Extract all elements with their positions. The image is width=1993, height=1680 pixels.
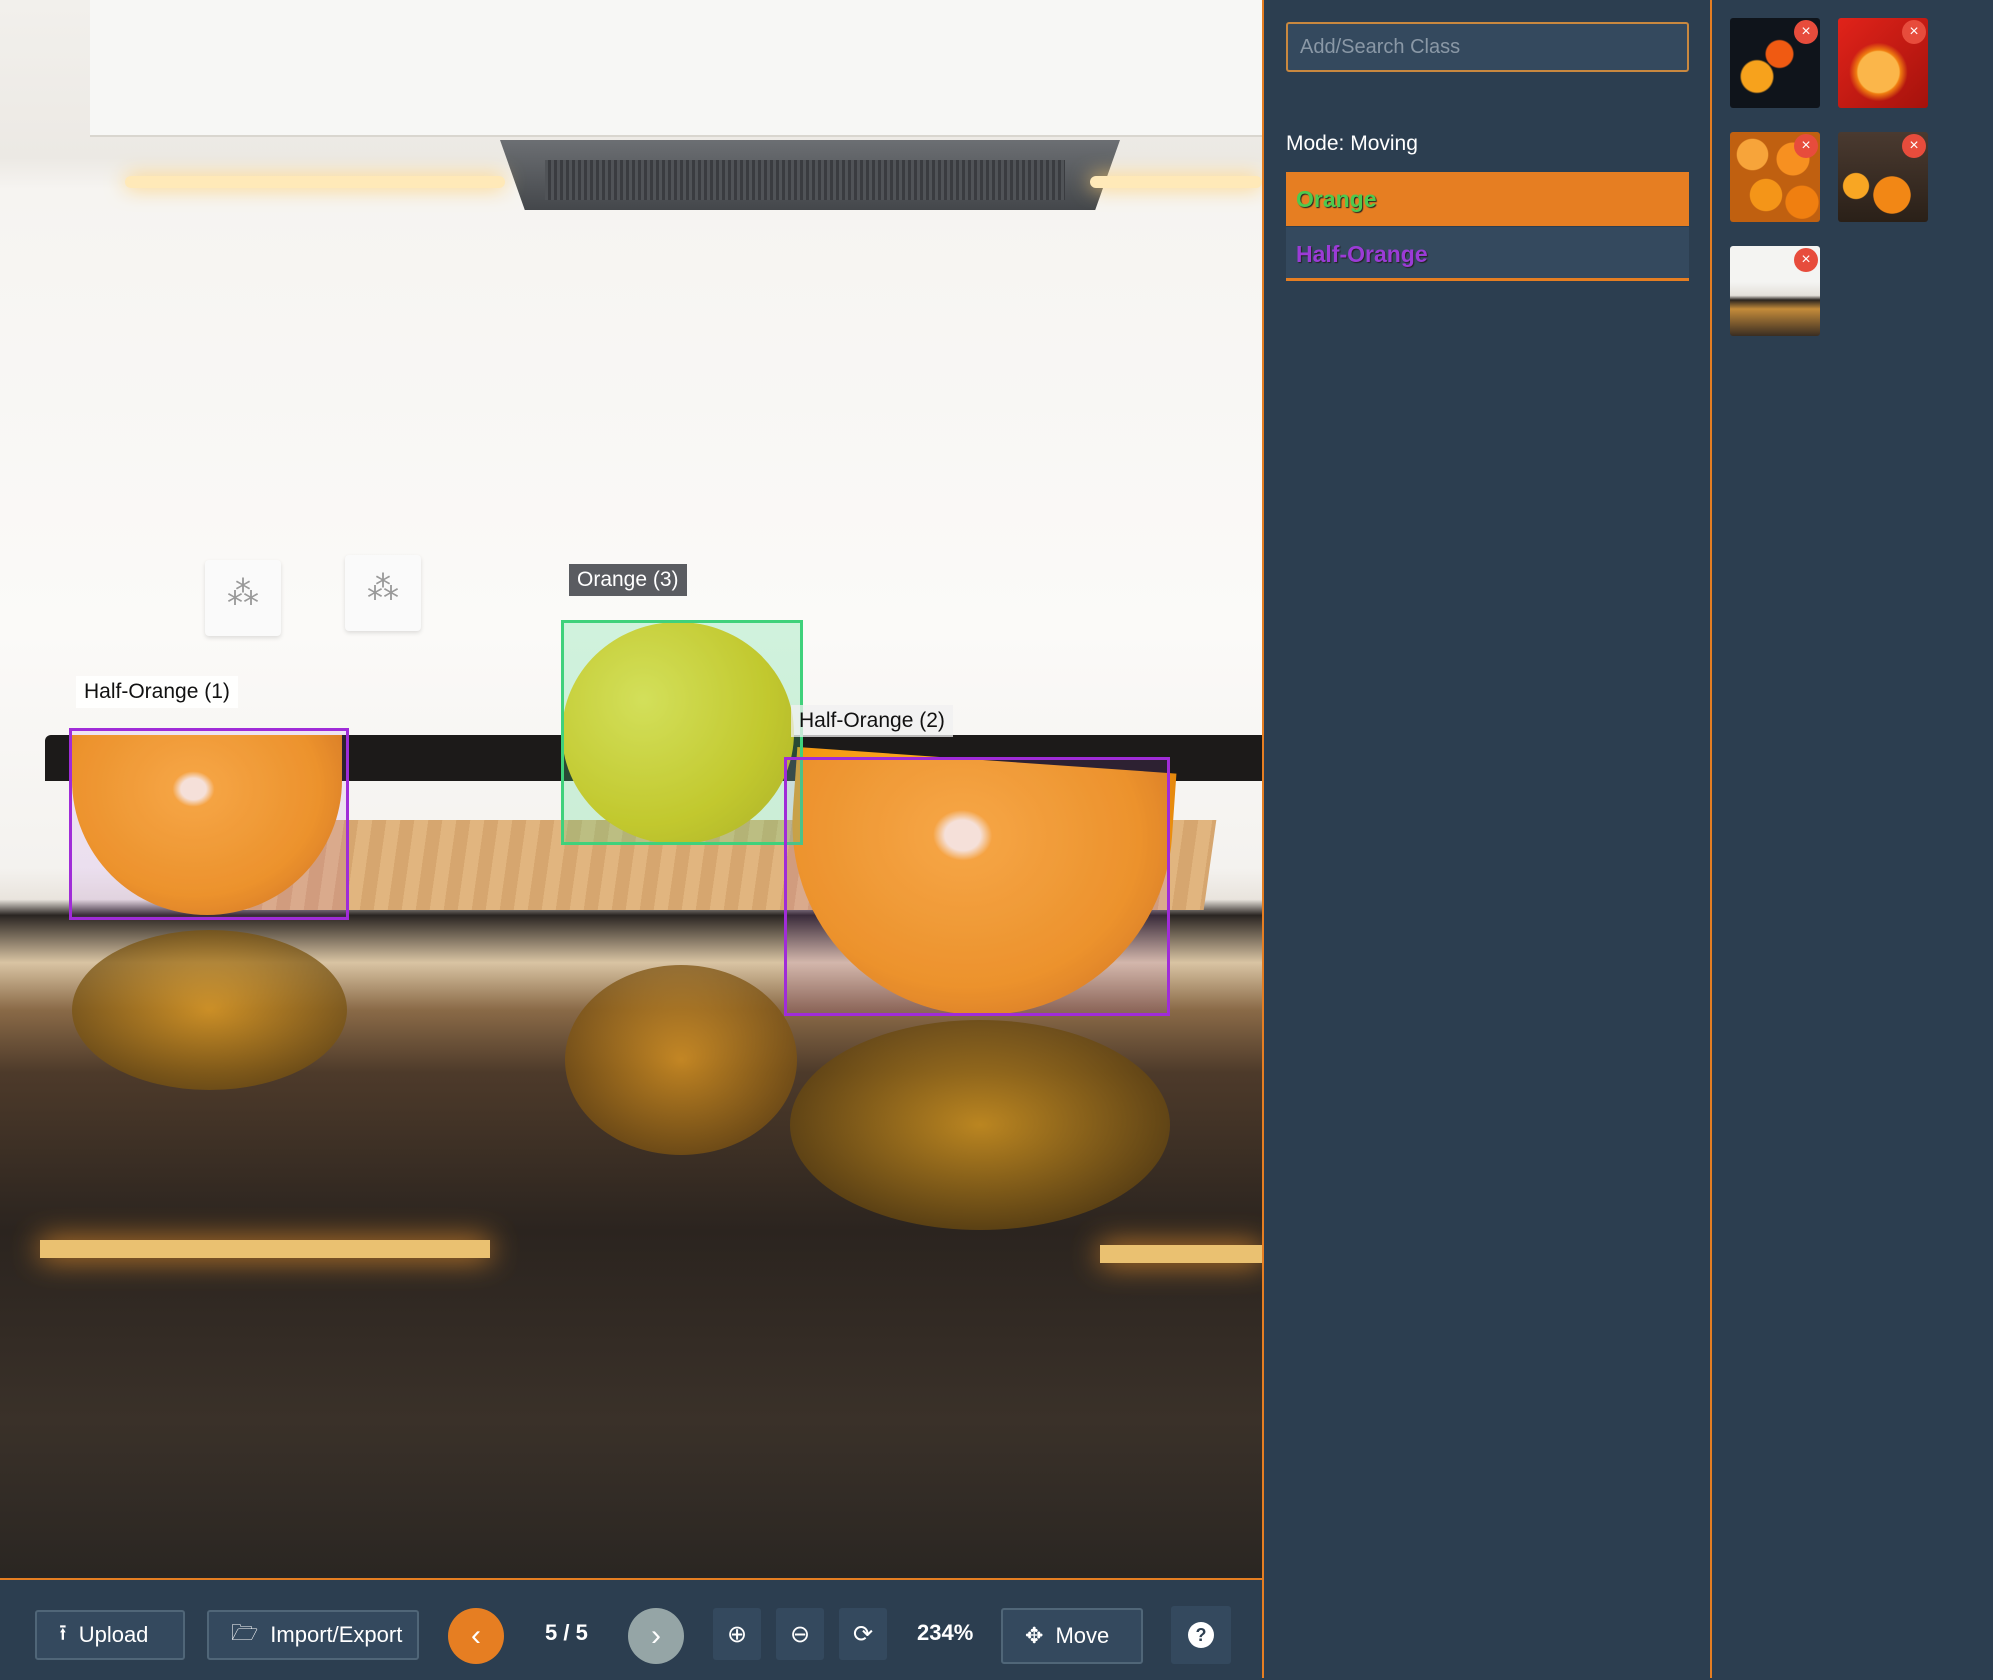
reflection bbox=[72, 930, 347, 1090]
reflection bbox=[565, 965, 797, 1155]
question-circle-icon: ? bbox=[1188, 1622, 1214, 1648]
folder-open-icon: 🗁 bbox=[231, 1620, 259, 1645]
bbox-orange-3[interactable] bbox=[561, 620, 803, 845]
thumbnail-4[interactable]: × bbox=[1838, 132, 1928, 222]
wall-socket bbox=[345, 555, 421, 631]
reset-zoom-button[interactable]: ⟳ bbox=[839, 1608, 887, 1660]
zoom-out-icon: ⊖ bbox=[789, 1620, 811, 1648]
wall-socket bbox=[205, 560, 281, 636]
refresh-icon: ⟳ bbox=[852, 1620, 874, 1648]
move-arrows-icon: ✥ bbox=[1025, 1623, 1044, 1648]
bottom-toolbar: ⭱ Upload 🗁 Import/Export ‹ 5 / 5 › ⊕ ⊖ ⟳… bbox=[0, 1578, 1262, 1680]
next-image-button[interactable]: › bbox=[628, 1608, 684, 1664]
zoom-in-button[interactable]: ⊕ bbox=[713, 1608, 761, 1660]
upload-label: Upload bbox=[78, 1622, 149, 1647]
bbox-label-half-orange-2: Half-Orange (2) bbox=[791, 705, 953, 737]
bbox-half-orange-2[interactable] bbox=[784, 757, 1170, 1016]
thumbnail-5[interactable]: × bbox=[1730, 246, 1820, 336]
reflection bbox=[790, 1020, 1170, 1230]
move-mode-button[interactable]: ✥ Move bbox=[1001, 1608, 1143, 1664]
cabinet-middle bbox=[505, 0, 1145, 137]
counter-light-reflection bbox=[40, 1240, 490, 1258]
thumbnail-3[interactable]: × bbox=[1730, 132, 1820, 222]
class-item-half-orange[interactable]: Half-Orange bbox=[1286, 227, 1689, 281]
delete-thumbnail-icon[interactable]: × bbox=[1794, 248, 1818, 272]
under-cabinet-light bbox=[1090, 176, 1262, 188]
class-search-input[interactable] bbox=[1286, 22, 1689, 72]
delete-thumbnail-icon[interactable]: × bbox=[1794, 20, 1818, 44]
range-hood-grill bbox=[545, 160, 1065, 200]
import-export-label: Import/Export bbox=[270, 1622, 403, 1647]
bbox-half-orange-1[interactable] bbox=[69, 728, 349, 920]
counter-light-reflection bbox=[1100, 1245, 1262, 1263]
class-panel: Mode: Moving Orange Half-Orange bbox=[1262, 0, 1712, 1678]
upload-button[interactable]: ⭱ Upload bbox=[35, 1610, 185, 1660]
zoom-level: 234% bbox=[917, 1620, 974, 1645]
class-item-orange[interactable]: Orange bbox=[1286, 172, 1689, 226]
thumbnail-2[interactable]: × bbox=[1838, 18, 1928, 108]
mode-label: Mode: Moving bbox=[1286, 132, 1418, 155]
move-label: Move bbox=[1055, 1623, 1110, 1648]
zoom-in-icon: ⊕ bbox=[726, 1620, 748, 1648]
previous-image-button[interactable]: ‹ bbox=[448, 1608, 504, 1664]
import-export-button[interactable]: 🗁 Import/Export bbox=[207, 1610, 419, 1660]
cabinet-right bbox=[1145, 0, 1262, 137]
image-canvas[interactable]: Half-Orange (1) Orange (3) Half-Orange (… bbox=[0, 0, 1262, 1578]
zoom-out-button[interactable]: ⊖ bbox=[776, 1608, 824, 1660]
page-indicator: 5 / 5 bbox=[545, 1620, 588, 1645]
thumbnail-panel: × × × × × bbox=[1712, 0, 1993, 1678]
delete-thumbnail-icon[interactable]: × bbox=[1794, 134, 1818, 158]
chevron-left-icon: ‹ bbox=[471, 1619, 481, 1652]
cabinet-left bbox=[90, 0, 505, 137]
under-cabinet-light bbox=[125, 176, 505, 188]
delete-thumbnail-icon[interactable]: × bbox=[1902, 20, 1926, 44]
delete-thumbnail-icon[interactable]: × bbox=[1902, 134, 1926, 158]
chevron-right-icon: › bbox=[651, 1619, 661, 1652]
upload-icon: ⭱ bbox=[59, 1620, 67, 1645]
bbox-label-orange-3: Orange (3) bbox=[569, 564, 687, 596]
thumbnail-1[interactable]: × bbox=[1730, 18, 1820, 108]
help-button[interactable]: ? bbox=[1171, 1606, 1231, 1664]
bbox-label-half-orange-1: Half-Orange (1) bbox=[76, 676, 238, 708]
